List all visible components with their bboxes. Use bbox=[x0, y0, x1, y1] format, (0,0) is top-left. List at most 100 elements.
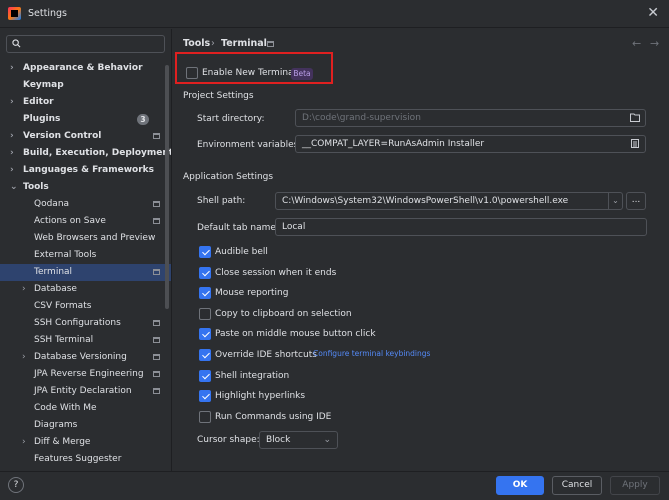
shell-path-label: Shell path: bbox=[197, 196, 246, 206]
override-ide-shortcuts-label: Override IDE shortcuts bbox=[215, 350, 317, 360]
sidebar-item-label: Code With Me bbox=[34, 403, 97, 413]
close-icon[interactable]: ✕ bbox=[647, 5, 659, 21]
run-commands-using-ide-label: Run Commands using IDE bbox=[215, 411, 332, 422]
sidebar-item-ssh-configurations[interactable]: SSH Configurations bbox=[0, 315, 171, 332]
project-scope-icon bbox=[153, 337, 160, 343]
edit-list-icon[interactable] bbox=[630, 139, 640, 148]
cancel-button[interactable]: Cancel bbox=[552, 476, 602, 495]
override-ide-shortcuts-checkbox[interactable] bbox=[199, 349, 211, 361]
chevron-down-icon[interactable]: ⌄ bbox=[10, 179, 18, 196]
sidebar-item-database-versioning[interactable]: › Database Versioning bbox=[0, 349, 171, 366]
sidebar-item-plugins[interactable]: Plugins 3 bbox=[0, 111, 171, 128]
sidebar-item-appearance-behavior[interactable]: › Appearance & Behavior bbox=[0, 60, 171, 77]
sidebar-item-label: JPA Entity Declaration bbox=[34, 386, 132, 396]
breadcrumb-terminal: Terminal bbox=[221, 38, 267, 49]
close-session-when-it-ends-checkbox[interactable] bbox=[199, 266, 211, 279]
cursor-shape-label: Cursor shape: bbox=[197, 435, 260, 445]
highlight-hyperlinks-checkbox[interactable] bbox=[199, 390, 211, 403]
sidebar-item-ssh-terminal[interactable]: SSH Terminal bbox=[0, 332, 171, 349]
chevron-right-icon[interactable]: › bbox=[10, 94, 14, 111]
default-tab-name-field[interactable]: Local bbox=[275, 218, 647, 236]
sidebar-item-version-control[interactable]: › Version Control bbox=[0, 128, 171, 145]
paste-on-middle-mouse-button-click-checkbox[interactable] bbox=[199, 328, 211, 341]
folder-icon[interactable] bbox=[630, 113, 640, 122]
project-settings-heading: Project Settings bbox=[183, 91, 254, 101]
sidebar-item-label: Features Suggester bbox=[34, 454, 122, 464]
sidebar-item-external-tools[interactable]: External Tools bbox=[0, 247, 171, 264]
sidebar-item-label: Tools bbox=[23, 182, 49, 192]
breadcrumb-tools[interactable]: Tools bbox=[183, 38, 210, 49]
chevron-right-icon[interactable]: › bbox=[22, 281, 26, 298]
chevron-down-icon[interactable]: ⌄ bbox=[608, 193, 622, 209]
sidebar-item-code-with-me[interactable]: Code With Me bbox=[0, 400, 171, 417]
chevron-right-icon[interactable]: › bbox=[10, 60, 14, 77]
audible-bell-checkbox[interactable] bbox=[199, 246, 211, 258]
updates-count-badge: 3 bbox=[137, 114, 149, 125]
copy-to-clipboard-on-selection-checkbox[interactable] bbox=[199, 307, 211, 320]
beta-badge: Beta bbox=[291, 68, 313, 80]
paste-on-middle-mouse-button-click-label: Paste on middle mouse button click bbox=[215, 329, 376, 340]
default-tab-name-label: Default tab name: bbox=[197, 223, 279, 233]
apply-button[interactable]: Apply bbox=[610, 476, 660, 495]
project-scope-icon bbox=[153, 320, 160, 326]
sidebar-item-tools[interactable]: ⌄ Tools bbox=[0, 179, 171, 196]
chevron-right-icon[interactable]: › bbox=[22, 434, 26, 451]
start-directory-field[interactable]: D:\code\grand-supervision bbox=[295, 109, 646, 127]
project-scope-icon bbox=[267, 41, 274, 47]
sidebar-item-label: Languages & Frameworks bbox=[23, 165, 155, 175]
sidebar-item-label: Database bbox=[34, 284, 77, 294]
sidebar-item-actions-on-save[interactable]: Actions on Save bbox=[0, 213, 171, 230]
sidebar-item-editor[interactable]: › Editor bbox=[0, 94, 171, 111]
chevron-right-icon[interactable]: › bbox=[10, 162, 14, 179]
project-scope-icon bbox=[153, 354, 160, 360]
sidebar-item-label: Database Versioning bbox=[34, 352, 127, 362]
sidebar-item-web-browsers-and-preview[interactable]: Web Browsers and Preview bbox=[0, 230, 171, 247]
cursor-shape-select[interactable]: Block ⌄ bbox=[259, 431, 338, 449]
sidebar-item-label: Diagrams bbox=[34, 420, 78, 430]
dialog-footer: ? OK Cancel Apply bbox=[0, 471, 669, 500]
chevron-right-icon[interactable]: › bbox=[22, 349, 26, 366]
sidebar-item-diff-merge[interactable]: › Diff & Merge bbox=[0, 434, 171, 451]
forward-arrow-icon[interactable]: → bbox=[650, 37, 659, 50]
sidebar-item-jpa-entity-declaration[interactable]: JPA Entity Declaration bbox=[0, 383, 171, 400]
help-button[interactable]: ? bbox=[8, 477, 24, 493]
sidebar-item-features-suggester[interactable]: Features Suggester bbox=[0, 451, 171, 468]
sidebar-scrollbar[interactable] bbox=[165, 65, 169, 309]
ok-button[interactable]: OK bbox=[496, 476, 544, 495]
search-input[interactable] bbox=[6, 35, 165, 53]
sidebar-item-qodana[interactable]: Qodana bbox=[0, 196, 171, 213]
back-arrow-icon[interactable]: ← bbox=[632, 37, 641, 50]
chevron-right-icon[interactable]: › bbox=[10, 145, 14, 162]
sidebar-item-keymap[interactable]: Keymap bbox=[0, 77, 171, 94]
audible-bell-label: Audible bell bbox=[215, 247, 268, 257]
sidebar-item-terminal[interactable]: Terminal bbox=[0, 264, 171, 281]
sidebar-item-csv-formats[interactable]: CSV Formats bbox=[0, 298, 171, 315]
sidebar-item-label: JPA Reverse Engineering bbox=[34, 369, 144, 379]
run-commands-using-ide-checkbox[interactable] bbox=[199, 410, 211, 423]
sidebar-item-jpa-reverse-engineering[interactable]: JPA Reverse Engineering bbox=[0, 366, 171, 383]
sidebar-item-label: Diff & Merge bbox=[34, 437, 91, 447]
terminal-settings-panel: Tools › Terminal ← → Enable New Terminal… bbox=[172, 29, 669, 471]
project-scope-icon bbox=[153, 218, 160, 224]
enable-new-terminal-checkbox[interactable] bbox=[186, 67, 198, 79]
breadcrumb-separator: › bbox=[211, 38, 215, 49]
sidebar-item-build-execution-deployment[interactable]: › Build, Execution, Deployment bbox=[0, 145, 171, 162]
sidebar-item-label: Actions on Save bbox=[34, 216, 106, 226]
chevron-right-icon[interactable]: › bbox=[10, 128, 14, 145]
intellij-app-icon bbox=[8, 7, 21, 20]
shell-integration-checkbox[interactable] bbox=[199, 369, 211, 382]
sidebar-item-label: Keymap bbox=[23, 80, 64, 90]
environment-variables-field[interactable]: __COMPAT_LAYER=RunAsAdmin Installer bbox=[295, 135, 646, 153]
chevron-down-icon[interactable]: ⌄ bbox=[323, 432, 331, 448]
browse-shell-button[interactable]: ... bbox=[626, 192, 646, 210]
sidebar-item-database[interactable]: › Database bbox=[0, 281, 171, 298]
sidebar-item-languages-frameworks[interactable]: › Languages & Frameworks bbox=[0, 162, 171, 179]
settings-sidebar: › Appearance & Behavior Keymap › Editor Plugi… bbox=[0, 29, 172, 471]
close-session-when-it-ends-label: Close session when it ends bbox=[215, 267, 337, 278]
copy-to-clipboard-on-selection-label: Copy to clipboard on selection bbox=[215, 308, 352, 319]
sidebar-item-diagrams[interactable]: Diagrams bbox=[0, 417, 171, 434]
configure-keybindings-link[interactable]: Configure terminal keybindings bbox=[313, 349, 430, 358]
mouse-reporting-checkbox[interactable] bbox=[199, 287, 211, 300]
shell-path-combobox[interactable]: C:\Windows\System32\WindowsPowerShell\v1… bbox=[275, 192, 623, 210]
application-settings-heading: Application Settings bbox=[183, 172, 274, 182]
